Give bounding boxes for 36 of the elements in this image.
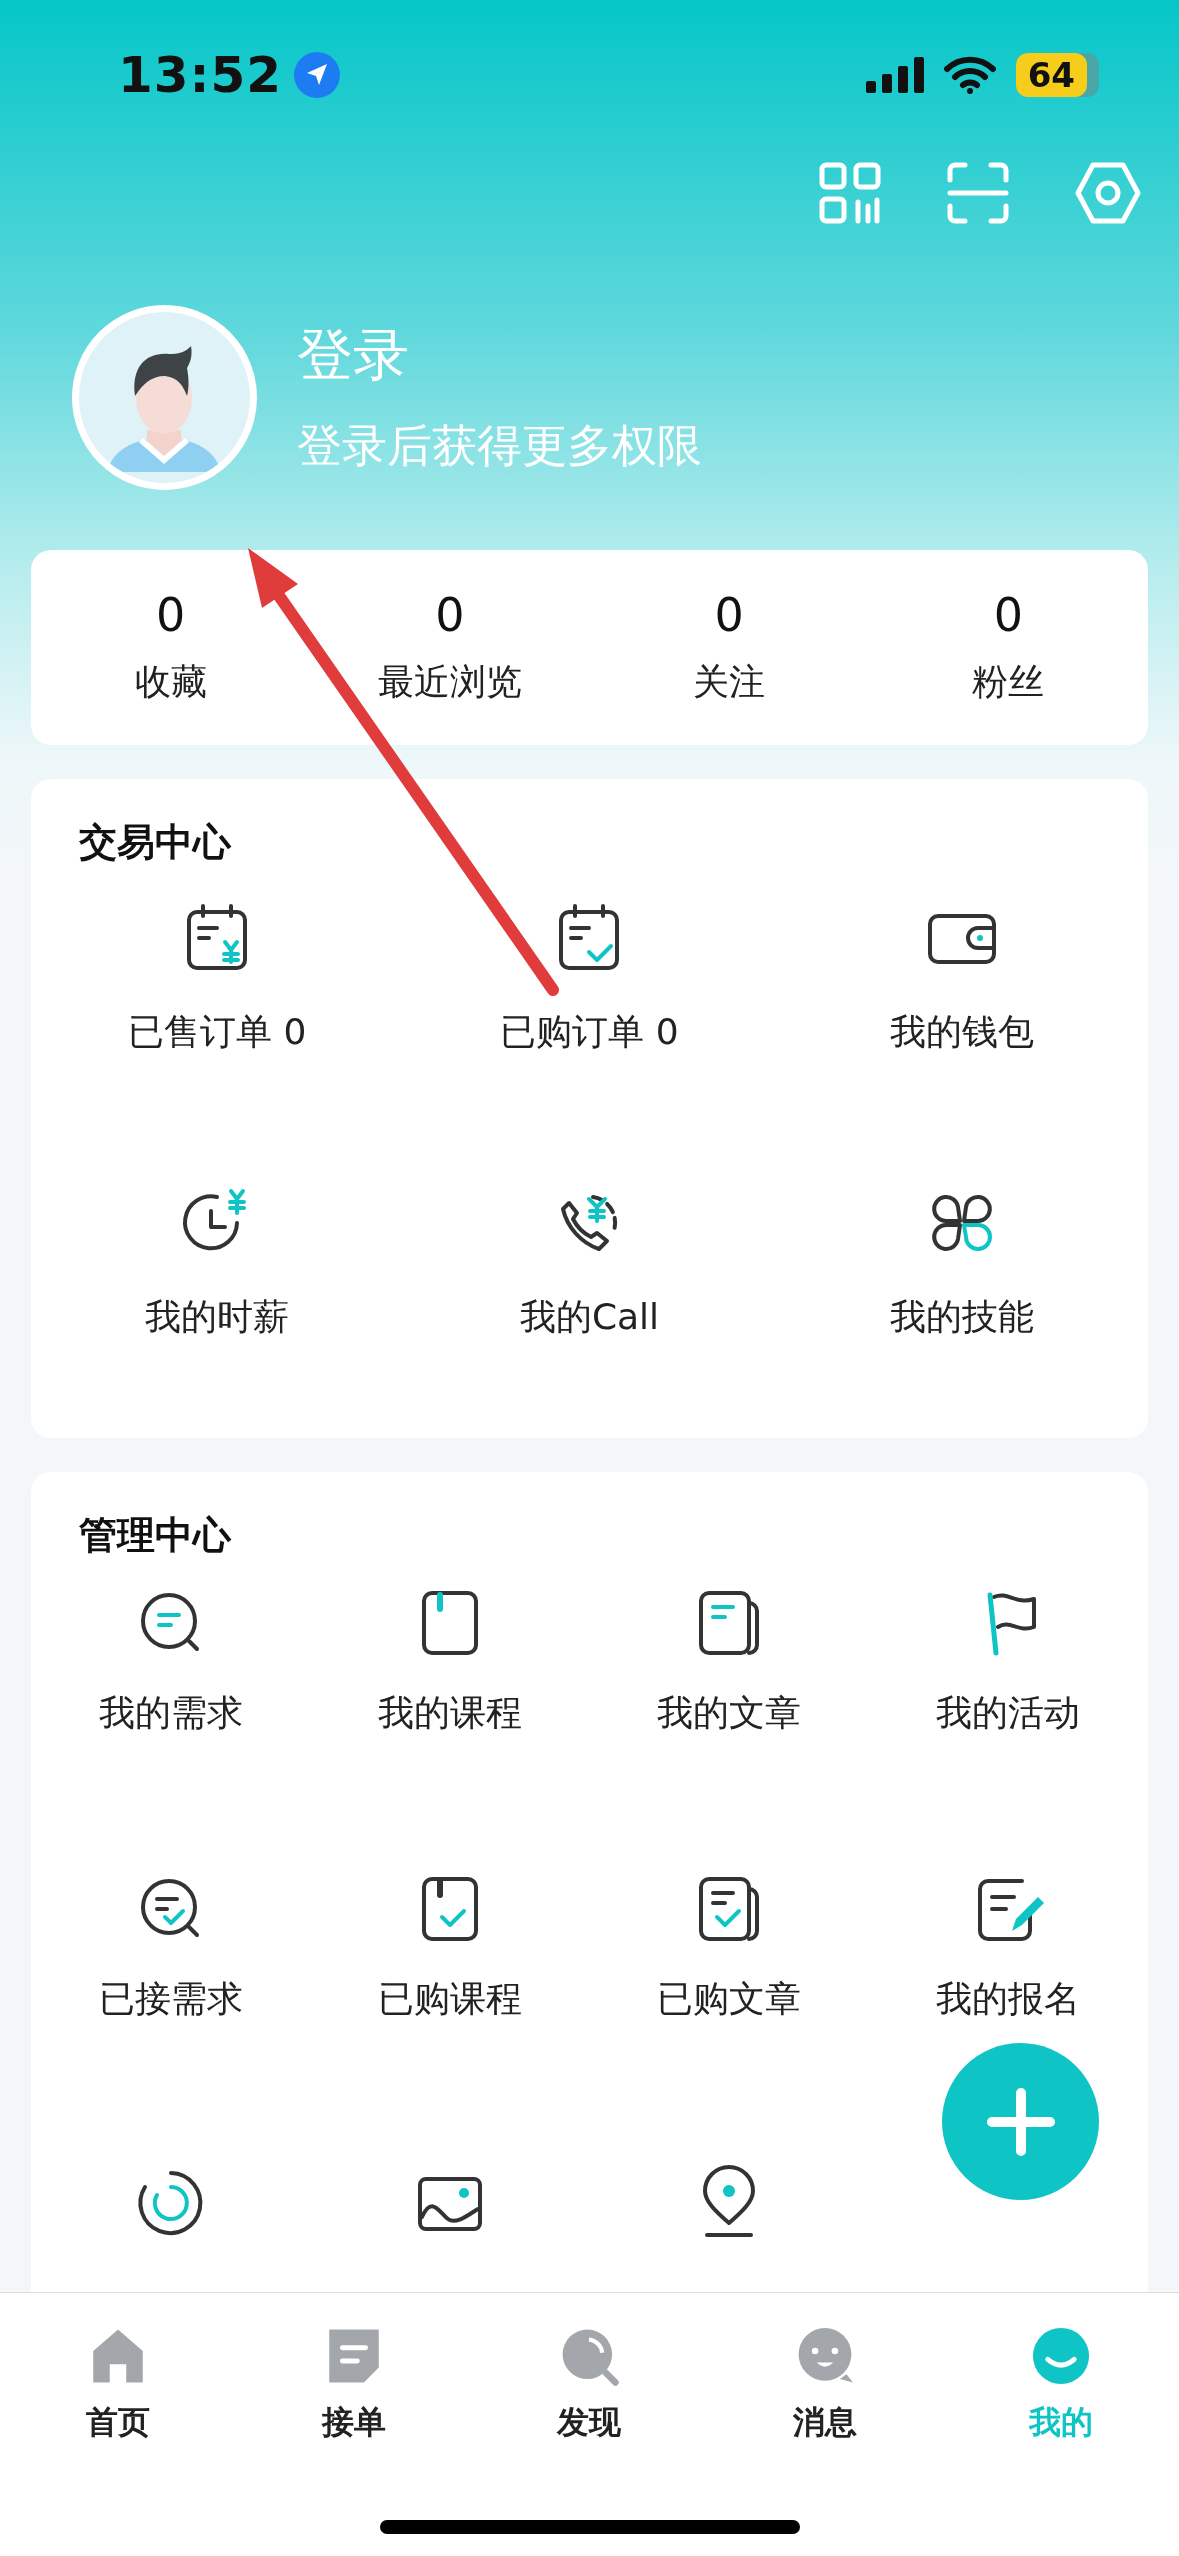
settings-icon[interactable] — [1075, 162, 1141, 224]
stat-count[interactable]: 0 — [714, 588, 744, 642]
menu-item-label[interactable]: 已售订单 0 — [128, 1008, 307, 1057]
tab[interactable]: 接单 — [321, 2401, 386, 2445]
login-subtitle: 登录后获得更多权限 — [297, 418, 702, 474]
menu-item-label[interactable]: 已购文章 — [657, 1975, 802, 2024]
section-title: 管理中心 — [78, 1512, 233, 1559]
plus-icon — [985, 2086, 1056, 2157]
section-title: 交易中心 — [78, 819, 233, 866]
signal-icon — [865, 57, 924, 93]
stat-label[interactable]: 收藏 — [134, 658, 207, 707]
menu-item-label[interactable]: 已接需求 — [98, 1975, 243, 2024]
stat-label[interactable]: 最近浏览 — [377, 658, 522, 707]
menu-item-label[interactable]: 我的钱包 — [889, 1008, 1034, 1057]
stat-label[interactable]: 关注 — [693, 658, 766, 707]
menu-item-label[interactable]: 我的Call — [519, 1293, 660, 1342]
menu-item-label[interactable]: 我的报名 — [936, 1975, 1081, 2024]
scan-icon[interactable] — [947, 162, 1009, 224]
stat-count[interactable]: 0 — [993, 588, 1023, 642]
menu-item-label[interactable]: 我的文章 — [657, 1689, 802, 1738]
menu-item-label[interactable]: 我的需求 — [98, 1689, 243, 1738]
stat-count[interactable]: 0 — [435, 588, 465, 642]
menu-item-label[interactable]: 已购课程 — [377, 1975, 522, 2024]
tab[interactable]: 消息 — [793, 2401, 858, 2445]
tab[interactable]: 发现 — [557, 2401, 622, 2445]
menu-item-label[interactable]: 我的时薪 — [145, 1293, 290, 1342]
stat-count[interactable]: 0 — [156, 588, 186, 642]
menu-item-label[interactable]: 我的技能 — [889, 1293, 1034, 1342]
status-time: 13:52 — [118, 46, 283, 104]
menu-item-label[interactable]: 已购订单 0 — [500, 1008, 679, 1057]
tab[interactable]: 首页 — [85, 2401, 150, 2445]
stat-label[interactable]: 粉丝 — [972, 658, 1045, 707]
qr-code-icon[interactable] — [819, 162, 881, 224]
wifi-icon — [943, 56, 996, 94]
menu-item-label[interactable]: 我的课程 — [377, 1689, 522, 1738]
menu-item-label[interactable]: 我的活动 — [936, 1689, 1081, 1738]
